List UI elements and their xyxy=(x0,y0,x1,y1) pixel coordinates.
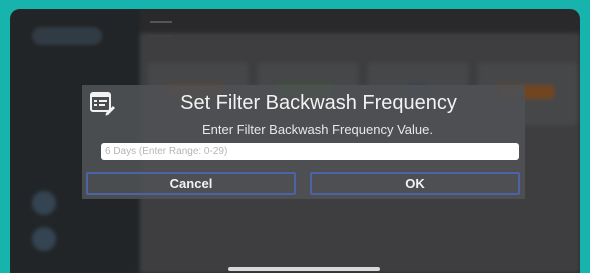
frequency-input[interactable] xyxy=(101,143,519,160)
ok-button[interactable]: OK xyxy=(310,172,520,195)
backwash-frequency-dialog: Set Filter Backwash Frequency Enter Filt… xyxy=(82,85,525,199)
device-screen: Set Filter Backwash Frequency Enter Filt… xyxy=(10,9,580,273)
cancel-button[interactable]: Cancel xyxy=(86,172,296,195)
home-indicator[interactable] xyxy=(228,267,380,271)
dialog-message: Enter Filter Backwash Frequency Value. xyxy=(202,122,433,137)
dialog-title: Set Filter Backwash Frequency xyxy=(180,92,457,114)
